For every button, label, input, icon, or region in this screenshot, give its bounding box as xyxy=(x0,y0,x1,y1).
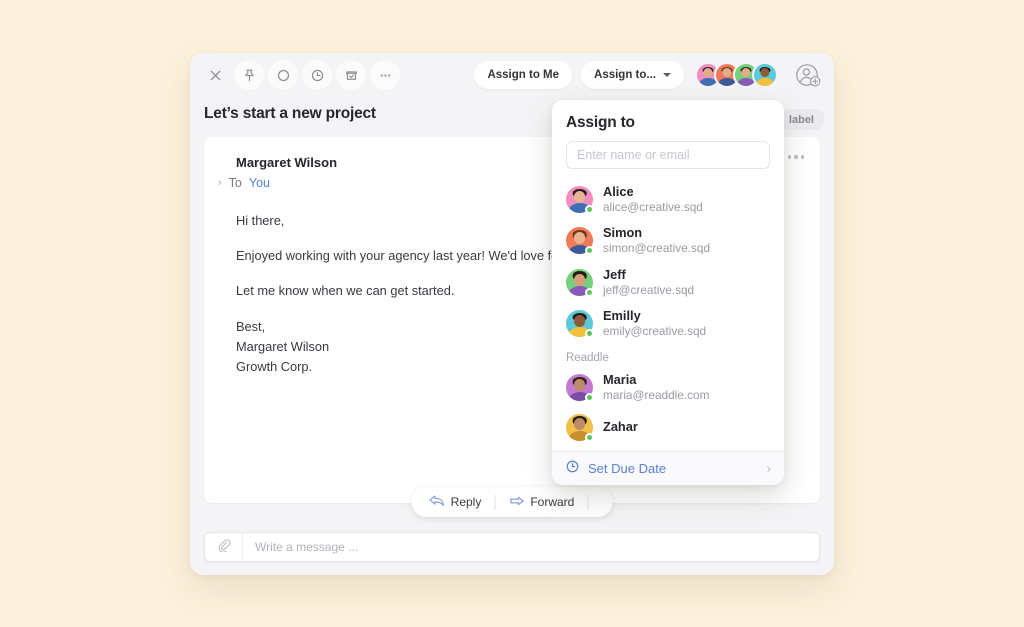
chevron-right-icon: › xyxy=(218,177,222,189)
more-options-button[interactable] xyxy=(370,60,400,90)
contact-email: emily@creative.sqd xyxy=(603,323,707,338)
close-button[interactable] xyxy=(200,60,230,90)
snooze-button[interactable] xyxy=(302,60,332,90)
reply-button[interactable]: Reply xyxy=(416,487,495,517)
email-action-bar: Reply Forward xyxy=(411,487,613,517)
panel-title: Assign to xyxy=(566,114,635,131)
avatar xyxy=(566,227,594,256)
avatar xyxy=(566,186,594,215)
more-actions-button[interactable] xyxy=(588,487,608,517)
forward-button[interactable]: Forward xyxy=(495,487,587,517)
contact-name: Emilly xyxy=(603,307,641,323)
to-recipient[interactable]: You xyxy=(249,176,270,190)
online-status-dot xyxy=(585,287,594,297)
mark-unread-circle-icon xyxy=(276,68,291,83)
contact-email: simon@creative.sqd xyxy=(603,241,711,256)
paperclip-icon xyxy=(217,538,231,557)
list-item[interactable]: Zahar xyxy=(552,409,784,446)
assign-to-me-button[interactable]: Assign to Me xyxy=(474,61,573,89)
set-due-date-label: Set Due Date xyxy=(588,461,667,476)
online-status-dot xyxy=(585,329,594,339)
pin-icon xyxy=(242,68,257,83)
pin-button[interactable] xyxy=(234,60,264,90)
chevron-down-icon xyxy=(663,73,671,77)
chevron-right-icon: › xyxy=(766,461,771,476)
label-chip[interactable]: label xyxy=(777,109,825,130)
archive-button[interactable] xyxy=(336,60,366,90)
avatar xyxy=(566,413,594,442)
contact-email: jeff@creative.sqd xyxy=(603,282,695,297)
list-item[interactable]: Jeff jeff@creative.sqd xyxy=(552,262,784,303)
toolbar-actions: Assign to Me Assign to... xyxy=(474,61,822,89)
avatar xyxy=(566,310,594,339)
assignee-avatar-group xyxy=(695,62,778,88)
online-status-dot xyxy=(585,205,594,215)
online-status-dot xyxy=(585,393,594,403)
to-prefix: To xyxy=(228,176,242,190)
toolbar-icon-group xyxy=(200,60,400,90)
assign-to-me-label: Assign to Me xyxy=(487,69,560,81)
contact-name: Alice xyxy=(603,184,634,199)
clock-snooze-icon xyxy=(310,68,325,83)
toolbar: Assign to Me Assign to... xyxy=(190,53,834,97)
contact-email: alice@creative.sqd xyxy=(603,199,703,214)
list-item[interactable]: Simon simon@creative.sqd xyxy=(552,220,784,261)
online-status-dot xyxy=(585,246,594,256)
contact-name: Maria xyxy=(603,372,637,388)
page-title: Let’s start a new project xyxy=(204,105,376,122)
assign-to-panel: Assign to Alice alice@creative.sqd xyxy=(552,100,784,485)
contact-group-label: Readdle xyxy=(566,352,609,365)
list-item[interactable]: Maria maria@readdle.com xyxy=(552,367,784,408)
clock-icon xyxy=(565,459,580,479)
assignee-search-input[interactable] xyxy=(567,148,769,162)
list-item[interactable]: Emilly emily@creative.sqd xyxy=(552,303,784,344)
reply-arrow-icon xyxy=(429,494,445,511)
reply-label: Reply xyxy=(450,495,482,509)
compose-bar xyxy=(204,532,820,562)
set-due-date-button[interactable]: Set Due Date › xyxy=(552,451,784,485)
archive-check-icon xyxy=(344,68,359,83)
contact-list: Alice alice@creative.sqd Simon simon@cre… xyxy=(552,179,784,451)
assign-to-dropdown-button[interactable]: Assign to... xyxy=(581,61,684,89)
assignee-search-field[interactable] xyxy=(566,141,770,169)
add-person-button[interactable] xyxy=(794,61,822,89)
attach-file-button[interactable] xyxy=(205,533,243,561)
avatar xyxy=(566,268,594,297)
forward-label: Forward xyxy=(530,495,575,509)
list-item[interactable]: Alice alice@creative.sqd xyxy=(552,179,784,220)
forward-arrow-icon xyxy=(508,494,524,511)
email-more-options-button[interactable] xyxy=(787,155,804,159)
close-icon xyxy=(208,68,223,83)
contact-name: Simon xyxy=(603,225,643,241)
avatar[interactable] xyxy=(752,62,778,88)
online-status-dot xyxy=(585,432,594,442)
contact-name: Zahar xyxy=(603,419,638,435)
assign-to-label: Assign to... xyxy=(594,69,656,81)
contact-email: maria@readdle.com xyxy=(603,388,710,403)
contact-name: Jeff xyxy=(603,266,626,282)
mark-unread-button[interactable] xyxy=(268,60,298,90)
more-options-icon xyxy=(378,68,393,83)
compose-input[interactable] xyxy=(243,540,819,554)
avatar xyxy=(566,374,594,403)
more-options-icon xyxy=(787,155,791,159)
